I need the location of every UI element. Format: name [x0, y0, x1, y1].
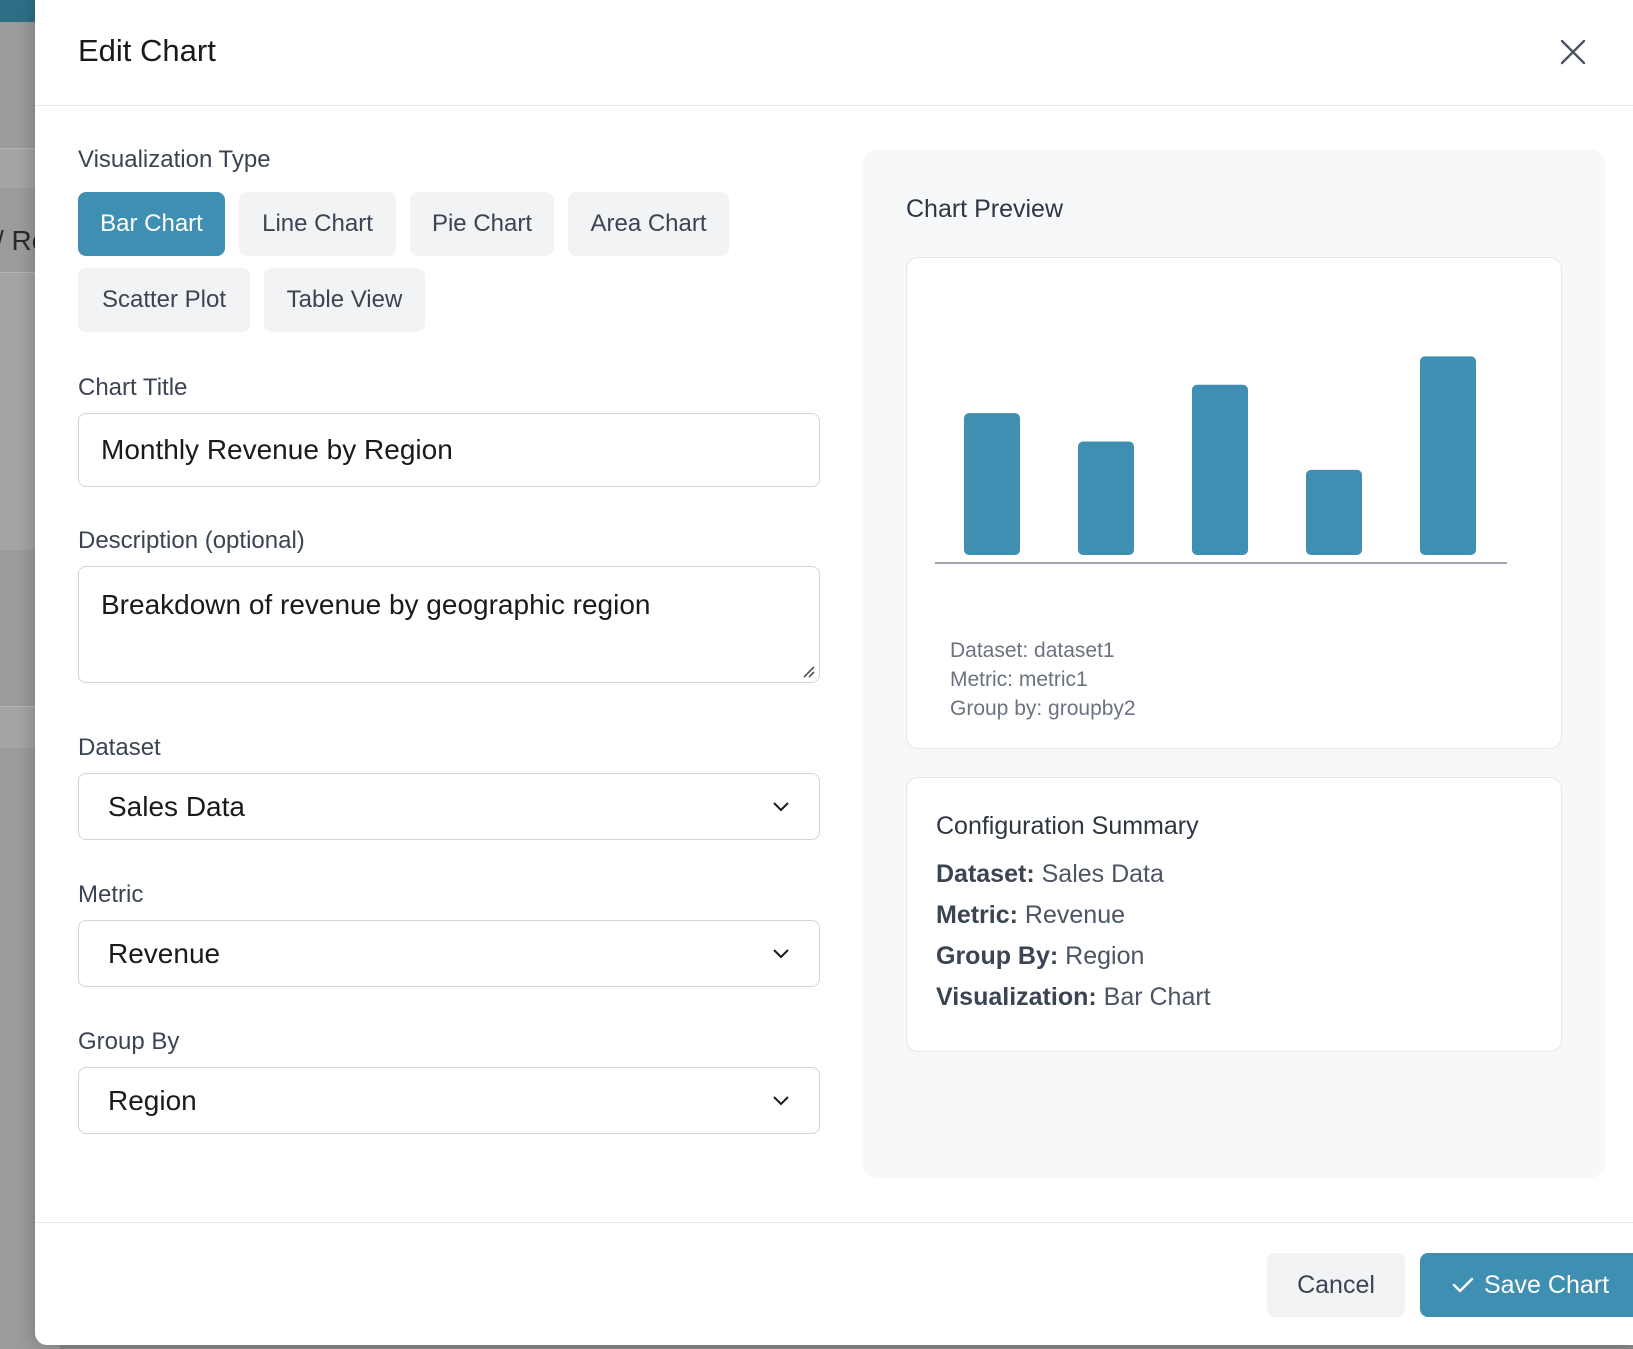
- summary-value: Revenue: [1024, 901, 1125, 929]
- description-textarea[interactable]: Breakdown of revenue by geographic regio…: [78, 566, 820, 683]
- viz-option-table-view[interactable]: Table View: [264, 268, 425, 332]
- modal-title: Edit Chart: [78, 33, 216, 68]
- groupby-select[interactable]: Region: [78, 1067, 820, 1134]
- viz-option-area-chart[interactable]: Area Chart: [568, 192, 729, 256]
- preview-bar: [1420, 356, 1476, 555]
- viz-option-line-chart[interactable]: Line Chart: [239, 192, 396, 256]
- close-button[interactable]: [1553, 32, 1593, 72]
- preview-bar: [1192, 384, 1248, 555]
- chart-title-label: Chart Title: [78, 374, 188, 401]
- chart-preview-card: Dataset: dataset1 Metric: metric1 Group …: [906, 257, 1562, 749]
- viz-option-scatter-plot[interactable]: Scatter Plot: [78, 268, 250, 332]
- preview-panel: Chart Preview Dataset: dataset1 Metric: …: [863, 149, 1605, 1178]
- dataset-select[interactable]: Sales Data: [78, 773, 820, 840]
- viz-option-pie-chart[interactable]: Pie Chart: [410, 192, 554, 256]
- summary-value: Bar Chart: [1103, 983, 1211, 1011]
- preview-bar: [1306, 469, 1362, 555]
- preview-meta: Dataset: dataset1 Metric: metric1 Group …: [950, 636, 1136, 723]
- metric-label: Metric: [78, 881, 144, 908]
- preview-bar-chart: [935, 356, 1507, 564]
- summary-title: Configuration Summary: [936, 812, 1199, 840]
- chart-title-value: Monthly Revenue by Region: [101, 434, 453, 465]
- summary-key: Dataset:: [936, 860, 1035, 888]
- preview-bar: [1078, 441, 1134, 555]
- summary-row-metric: Metric: Revenue: [936, 901, 1125, 930]
- configuration-summary-card: Configuration Summary Dataset: Sales Dat…: [906, 777, 1562, 1052]
- preview-meta-groupby: Group by: groupby2: [950, 697, 1136, 720]
- modal-footer: Cancel Save Chart: [35, 1222, 1633, 1345]
- summary-key: Group By:: [936, 942, 1059, 970]
- check-icon: [1452, 1277, 1474, 1293]
- modal-header: Edit Chart: [35, 0, 1633, 106]
- preview-bar: [964, 413, 1020, 555]
- viz-option-bar-chart[interactable]: Bar Chart: [78, 192, 225, 256]
- summary-value: Region: [1065, 942, 1145, 970]
- summary-row-groupby: Group By: Region: [936, 942, 1144, 971]
- save-chart-label: Save Chart: [1483, 1270, 1610, 1299]
- groupby-selected-value: Region: [108, 1084, 197, 1116]
- dataset-selected-value: Sales Data: [108, 790, 245, 822]
- close-icon: [1560, 39, 1586, 65]
- metric-select[interactable]: Revenue: [78, 920, 820, 987]
- chart-title-input[interactable]: Monthly Revenue by Region: [78, 413, 820, 487]
- edit-chart-modal: Edit Chart Visualization Type Bar Chart …: [35, 0, 1633, 1345]
- chevron-down-icon: [773, 948, 789, 958]
- description-label: Description (optional): [78, 527, 305, 554]
- dataset-label: Dataset: [78, 734, 161, 761]
- summary-key: Metric:: [936, 901, 1018, 929]
- summary-value: Sales Data: [1041, 860, 1164, 888]
- chart-preview-title: Chart Preview: [906, 195, 1063, 223]
- groupby-label: Group By: [78, 1028, 180, 1055]
- summary-row-dataset: Dataset: Sales Data: [936, 860, 1164, 889]
- resize-grip-icon[interactable]: [800, 663, 816, 679]
- summary-row-visualization: Visualization: Bar Chart: [936, 983, 1211, 1012]
- chevron-down-icon: [773, 801, 789, 811]
- metric-selected-value: Revenue: [108, 937, 221, 969]
- visualization-type-label: Visualization Type: [78, 146, 271, 173]
- save-chart-button[interactable]: Save Chart: [1420, 1253, 1633, 1317]
- preview-meta-metric: Metric: metric1: [950, 668, 1088, 691]
- preview-meta-dataset: Dataset: dataset1: [950, 639, 1115, 662]
- chevron-down-icon: [773, 1095, 789, 1105]
- cancel-button[interactable]: Cancel: [1267, 1253, 1405, 1317]
- summary-key: Visualization:: [936, 983, 1097, 1011]
- description-value: Breakdown of revenue by geographic regio…: [101, 589, 651, 620]
